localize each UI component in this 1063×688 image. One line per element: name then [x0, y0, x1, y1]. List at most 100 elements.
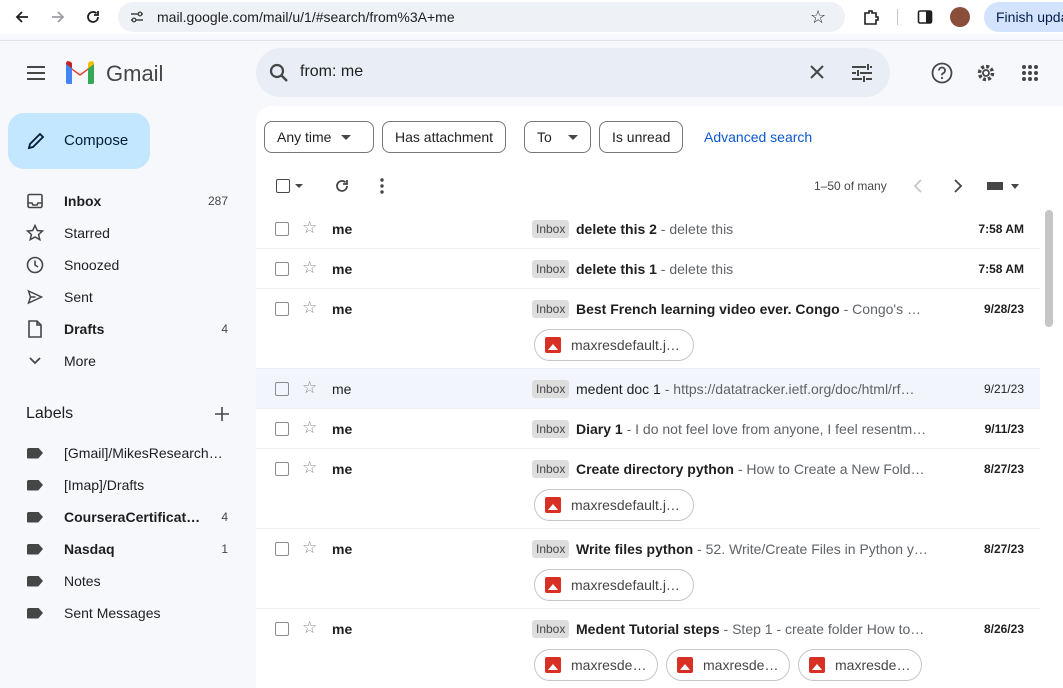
label-tag-icon	[26, 476, 44, 494]
attachment-name: maxresdefault.j…	[571, 577, 680, 593]
snippet: - I do not feel love from anyone, I feel…	[622, 421, 927, 437]
sidebar-item-starred[interactable]: Starred	[0, 217, 248, 249]
clear-search-icon[interactable]	[809, 64, 825, 85]
input-tools-icon[interactable]	[985, 175, 1021, 197]
star-icon[interactable]: ☆	[302, 419, 317, 436]
sidebar-item-label: Drafts	[64, 321, 105, 337]
label-item[interactable]: Sent Messages	[0, 597, 248, 629]
sidebar-item-snoozed[interactable]: Snoozed	[0, 249, 248, 281]
side-panel-icon[interactable]	[912, 4, 938, 30]
back-icon[interactable]	[9, 4, 35, 30]
inbox-badge: Inbox	[532, 220, 570, 238]
advanced-search-link[interactable]: Advanced search	[704, 129, 812, 145]
to-filter[interactable]: To	[524, 121, 591, 153]
newer-page-icon[interactable]	[947, 175, 969, 197]
compose-button[interactable]: Compose	[8, 113, 150, 169]
label-item[interactable]: Nasdaq 1	[0, 533, 248, 565]
attachment-chip[interactable]: maxresde…	[534, 649, 658, 681]
extensions-icon[interactable]	[858, 4, 884, 30]
more-options-icon[interactable]	[371, 175, 393, 197]
reload-icon[interactable]	[80, 4, 106, 30]
star-icon[interactable]: ☆	[302, 299, 317, 316]
site-settings-icon[interactable]	[130, 10, 144, 29]
help-icon[interactable]	[927, 58, 957, 88]
email-row[interactable]: ☆ me Inbox Create directory python - How to…	[256, 449, 1040, 529]
to-label: To	[537, 129, 552, 145]
label-item[interactable]: Notes	[0, 565, 248, 597]
row-checkbox[interactable]	[275, 262, 289, 276]
profile-avatar[interactable]	[950, 7, 970, 27]
select-dropdown-icon[interactable]	[292, 175, 306, 197]
row-checkbox[interactable]	[275, 222, 289, 236]
add-label-icon[interactable]	[212, 404, 232, 424]
email-row[interactable]: ☆ me Inbox Write files python - 52. Write/C…	[256, 529, 1040, 609]
refresh-icon[interactable]	[331, 175, 353, 197]
email-row[interactable]: ☆ me Inbox medent doc 1 - https://datatrack…	[256, 369, 1040, 409]
unread-count: 287	[207, 194, 228, 208]
main-menu-icon[interactable]	[20, 57, 52, 89]
inbox-badge: Inbox	[532, 420, 570, 438]
email-row[interactable]: ☆ me Inbox delete this 1 - delete this 7:58 …	[256, 249, 1040, 289]
bookmark-star-icon[interactable]: ☆	[810, 7, 826, 28]
has-attachment-filter[interactable]: Has attachment	[382, 121, 507, 153]
email-row[interactable]: ☆ me Inbox Diary 1 - I do not feel love fro…	[256, 409, 1040, 449]
older-page-icon[interactable]	[907, 175, 929, 197]
attachment-name: maxresdefault.j…	[571, 497, 680, 513]
scrollbar-thumb[interactable]	[1045, 210, 1053, 327]
label-item[interactable]: CourseraCertificat… 4	[0, 501, 248, 533]
label-count: 4	[221, 510, 228, 524]
search-bar[interactable]: from: me	[256, 48, 890, 97]
email-row[interactable]: ☆ me Inbox Best French learning video ever.…	[256, 289, 1040, 369]
search-options-icon[interactable]	[851, 63, 873, 88]
row-checkbox[interactable]	[275, 622, 289, 636]
row-checkbox[interactable]	[275, 422, 289, 436]
attachment-chip[interactable]: maxresdefault.j…	[534, 329, 694, 361]
date: 8/26/23	[983, 622, 1024, 636]
star-icon[interactable]: ☆	[302, 539, 317, 556]
date: 9/21/23	[983, 382, 1024, 396]
sidebar-item-drafts[interactable]: Drafts 4	[0, 313, 248, 345]
date: 7:58 AM	[978, 262, 1024, 276]
is-unread-label: Is unread	[612, 129, 671, 145]
row-checkbox[interactable]	[275, 462, 289, 476]
search-input[interactable]: from: me	[300, 63, 363, 81]
is-unread-filter[interactable]: Is unread	[599, 121, 684, 153]
attachment-chip[interactable]: maxresdefault.j…	[534, 569, 694, 601]
email-row[interactable]: ☆ me Inbox Medent Tutorial steps - Step 1 -…	[256, 609, 1040, 688]
sidebar-item-sent[interactable]: Sent	[0, 281, 248, 313]
email-row[interactable]: ☆ me Inbox delete this 2 - delete this 7:58 …	[256, 209, 1040, 249]
any-time-filter[interactable]: Any time	[264, 121, 374, 153]
attachment-chip[interactable]: maxresde…	[798, 649, 922, 681]
gmail-logo-icon[interactable]	[64, 60, 96, 90]
select-all-checkbox[interactable]	[272, 175, 294, 197]
attachment-chip[interactable]: maxresde…	[666, 649, 790, 681]
settings-gear-icon[interactable]	[971, 58, 1001, 88]
image-icon	[545, 337, 561, 353]
attachment-chip[interactable]: maxresdefault.j…	[534, 489, 694, 521]
date: 7:58 AM	[978, 222, 1024, 236]
finish-update-button[interactable]: Finish update	[984, 2, 1063, 32]
star-icon[interactable]: ☆	[302, 259, 317, 276]
row-checkbox[interactable]	[275, 542, 289, 556]
pagination-text: 1–50 of many	[814, 179, 887, 193]
label-item[interactable]: [Gmail]/MikesResearch…	[0, 437, 248, 469]
subject: Write files python	[576, 541, 694, 557]
star-icon[interactable]: ☆	[302, 459, 317, 476]
star-icon[interactable]: ☆	[302, 219, 317, 236]
image-icon	[677, 657, 693, 673]
search-icon[interactable]	[269, 63, 289, 88]
star-icon[interactable]: ☆	[302, 619, 317, 636]
star-icon[interactable]: ☆	[302, 379, 317, 396]
email-summary: delete this 2 - delete this	[576, 221, 928, 237]
apps-grid-icon[interactable]	[1015, 58, 1045, 88]
forward-icon[interactable]	[45, 4, 71, 30]
row-checkbox[interactable]	[275, 302, 289, 316]
send-icon	[26, 288, 44, 306]
sidebar-item-inbox[interactable]: Inbox 287	[0, 185, 248, 217]
address-bar[interactable]: mail.google.com/mail/u/1/#search/from%3A…	[118, 2, 845, 32]
sidebar-item-more[interactable]: More	[0, 345, 248, 377]
dropdown-arrow-icon	[567, 134, 578, 140]
label-name: Sent Messages	[64, 605, 161, 621]
row-checkbox[interactable]	[275, 382, 289, 396]
label-item[interactable]: [Imap]/Drafts	[0, 469, 248, 501]
